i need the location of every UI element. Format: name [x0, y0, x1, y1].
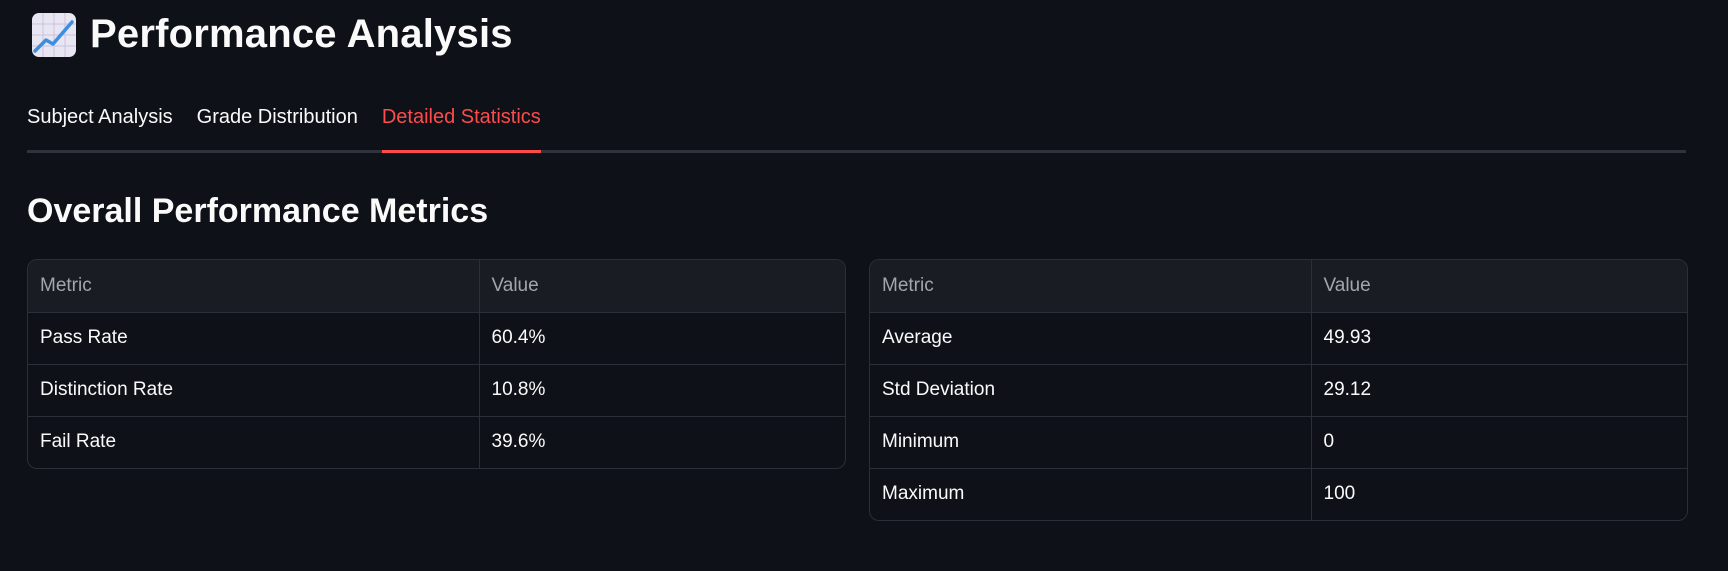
- table-row: Minimum 0: [870, 416, 1687, 469]
- column-header-value[interactable]: Value: [479, 260, 845, 313]
- column-header-metric[interactable]: Metric: [28, 260, 480, 313]
- app-page: Performance Analysis Subject Analysis Gr…: [0, 0, 1728, 571]
- table-cell-metric: Pass Rate: [28, 312, 480, 365]
- tab-subject-analysis[interactable]: Subject Analysis: [27, 96, 173, 147]
- table-header-row: Metric Value: [28, 260, 845, 313]
- table-cell-value: 39.6%: [491, 431, 546, 453]
- table-cell-metric: Std Deviation: [870, 364, 1312, 417]
- table-row: Distinction Rate 10.8%: [28, 364, 845, 417]
- tab-grade-distribution[interactable]: Grade Distribution: [197, 96, 358, 147]
- performance-rates-table[interactable]: Metric Value Pass Rate 60.4% Distinction…: [27, 259, 846, 469]
- table-row: Std Deviation 29.12: [870, 364, 1687, 417]
- score-statistics-table[interactable]: Metric Value Average 49.93 Std Deviation…: [869, 259, 1688, 521]
- table-cell-metric: Distinction Rate: [28, 364, 480, 417]
- table-cell-metric: Average: [870, 312, 1312, 365]
- table-header-row: Metric Value: [870, 260, 1687, 313]
- table-row: Average 49.93: [870, 312, 1687, 365]
- table-cell-value: 60.4%: [479, 312, 845, 365]
- section-title: Overall Performance Metrics: [27, 192, 489, 230]
- page-title: Performance Analysis: [90, 12, 513, 56]
- column-header-value[interactable]: Value: [1311, 260, 1687, 313]
- tab-bar: Subject Analysis Grade Distribution Deta…: [27, 96, 1686, 153]
- table-row: Fail Rate 39.6%: [28, 416, 845, 468]
- table-cell-value: 29.12: [1311, 364, 1687, 417]
- table-cell-metric: Maximum: [870, 468, 1312, 520]
- table-row: Maximum 100: [870, 468, 1687, 520]
- table-cell-value: 100: [1323, 483, 1356, 505]
- table-cell-value: 0: [1311, 416, 1687, 469]
- table-cell-value: 10.8%: [479, 364, 845, 417]
- table-row: Pass Rate 60.4%: [28, 312, 845, 365]
- page-header: Performance Analysis: [32, 12, 513, 57]
- tab-detailed-statistics[interactable]: Detailed Statistics: [381, 96, 541, 153]
- chart-increasing-icon: [32, 12, 76, 57]
- table-cell-metric: Minimum: [870, 416, 1312, 469]
- column-header-metric[interactable]: Metric: [870, 260, 1312, 313]
- table-cell-metric: Fail Rate: [28, 416, 480, 468]
- table-cell-value: 49.93: [1311, 312, 1687, 365]
